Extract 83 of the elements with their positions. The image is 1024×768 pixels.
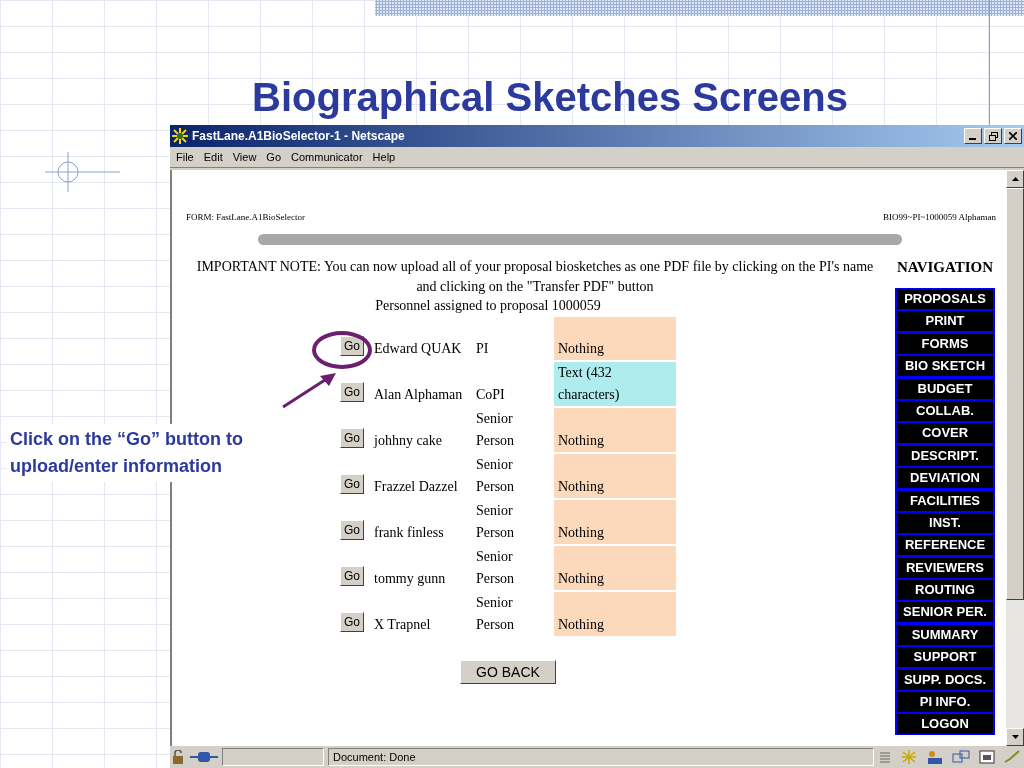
nav-button[interactable]: FORMS bbox=[897, 333, 993, 354]
person-name: johhny cake bbox=[372, 432, 444, 450]
menu-item[interactable]: File bbox=[176, 151, 194, 163]
person-name: tommy gunn bbox=[373, 570, 447, 588]
status-cell: Nothing bbox=[554, 500, 676, 544]
nav-button[interactable]: SUMMARY bbox=[897, 624, 993, 645]
window-title: FastLane.A1BioSelector-1 - Netscape bbox=[192, 129, 406, 143]
list-icon bbox=[878, 750, 892, 764]
role-cell-text: Senior Person bbox=[476, 410, 516, 450]
menu-item[interactable]: Go bbox=[266, 151, 282, 163]
nav-button[interactable]: SUPPORT bbox=[897, 647, 993, 668]
status-cell: Text (432 characters) bbox=[554, 362, 676, 406]
nav-button[interactable]: SUPP. DOCS. bbox=[897, 669, 993, 690]
nav-button[interactable]: PI INFO. bbox=[897, 692, 993, 713]
close-button[interactable] bbox=[1004, 128, 1022, 144]
slide-title: Biographical Sketches Screens bbox=[251, 74, 849, 121]
people-icon bbox=[926, 750, 944, 764]
person-name: Frazzel Dazzel bbox=[373, 478, 459, 496]
menu-item[interactable]: Communicator bbox=[291, 151, 363, 163]
nav-button[interactable]: PROPOSALS bbox=[897, 289, 993, 309]
chat-icon bbox=[952, 750, 970, 764]
nav-button[interactable]: COVER bbox=[897, 423, 993, 444]
up-arrow-icon bbox=[1011, 177, 1019, 181]
down-arrow-icon bbox=[1011, 735, 1019, 739]
person-name: frank finless bbox=[373, 524, 445, 542]
status-cell: Nothing bbox=[554, 454, 676, 498]
role-cell-text: Senior Person bbox=[476, 502, 516, 542]
role-cell-text: PI bbox=[476, 340, 490, 358]
table-caption: Personnel assigned to proposal 1000059 bbox=[375, 297, 601, 315]
scroll-down-button[interactable] bbox=[1006, 728, 1024, 746]
nav-button[interactable]: BIO SKETCH bbox=[897, 356, 993, 377]
nav-button[interactable]: PRINT bbox=[897, 311, 993, 332]
go-button[interactable]: Go bbox=[340, 474, 364, 494]
proposal-id: BIO99~PI~1000059 Alphaman bbox=[883, 212, 996, 222]
status-cell: Nothing bbox=[554, 408, 676, 452]
nav-button[interactable]: LOGON bbox=[897, 714, 993, 735]
go-button[interactable]: Go bbox=[340, 382, 364, 402]
plug-icon bbox=[190, 751, 218, 763]
scroll-up-button[interactable] bbox=[1006, 170, 1024, 188]
nav-button[interactable]: DESCRIPT. bbox=[897, 445, 993, 466]
person-name: Alan Alphaman bbox=[373, 386, 464, 404]
nav-button[interactable]: FACILITIES bbox=[897, 490, 993, 511]
person-name: X Trapnel bbox=[373, 616, 432, 634]
form-label: FORM: FastLane.A1BioSelector bbox=[186, 212, 305, 222]
document-icon bbox=[978, 750, 996, 764]
role-cell-text: CoPI bbox=[476, 386, 506, 404]
pen-icon bbox=[1004, 750, 1022, 764]
star-icon bbox=[900, 750, 918, 764]
close-icon bbox=[1009, 132, 1017, 140]
status-text: Document: Done bbox=[328, 748, 874, 766]
star-icon bbox=[172, 128, 188, 144]
important-note: IMPORTANT NOTE: You can now upload all of your proposal biosketches as one PDF file by clicking on the PI's name and clicking on the "Transfer PDF" button bbox=[195, 258, 875, 296]
role-cell-text: Senior Person bbox=[476, 456, 516, 496]
nav-button[interactable]: SENIOR PER. bbox=[897, 602, 993, 623]
navigation-heading: NAVIGATION bbox=[896, 258, 994, 277]
lock-icon bbox=[172, 750, 186, 764]
status-cell: Nothing bbox=[554, 592, 676, 636]
go-button[interactable]: Go bbox=[340, 336, 364, 356]
menu-item[interactable]: Edit bbox=[203, 151, 223, 163]
nav-button[interactable]: ROUTING bbox=[897, 580, 993, 601]
restore-icon bbox=[988, 131, 998, 141]
role-cell-text: Senior Person bbox=[476, 548, 516, 588]
nav-button[interactable]: REVIEWERS bbox=[897, 557, 993, 578]
nav-button[interactable]: BUDGET bbox=[897, 378, 993, 399]
scroll-thumb[interactable] bbox=[1006, 188, 1024, 600]
go-back-button[interactable]: GO BACK bbox=[460, 660, 556, 684]
menu-item[interactable]: Help bbox=[372, 151, 396, 163]
go-button[interactable]: Go bbox=[340, 520, 364, 540]
nav-button[interactable]: INST. bbox=[897, 512, 993, 533]
go-button[interactable]: Go bbox=[340, 428, 364, 448]
person-name: Edward QUAK bbox=[373, 340, 463, 358]
nav-button[interactable]: COLLAB. bbox=[897, 400, 993, 421]
status-cell: Nothing bbox=[554, 317, 676, 360]
menu-item[interactable]: View bbox=[232, 151, 257, 163]
go-button[interactable]: Go bbox=[340, 612, 364, 632]
scrollbar[interactable] bbox=[1006, 170, 1024, 746]
role-cell-text: Senior Person bbox=[476, 594, 516, 634]
status-cell: Nothing bbox=[554, 546, 676, 590]
go-button[interactable]: Go bbox=[340, 566, 364, 586]
nav-button[interactable]: REFERENCE bbox=[897, 535, 993, 556]
restore-button[interactable] bbox=[984, 128, 1002, 144]
nav-button[interactable]: DEVIATION bbox=[897, 468, 993, 489]
minimize-button[interactable] bbox=[964, 128, 982, 144]
